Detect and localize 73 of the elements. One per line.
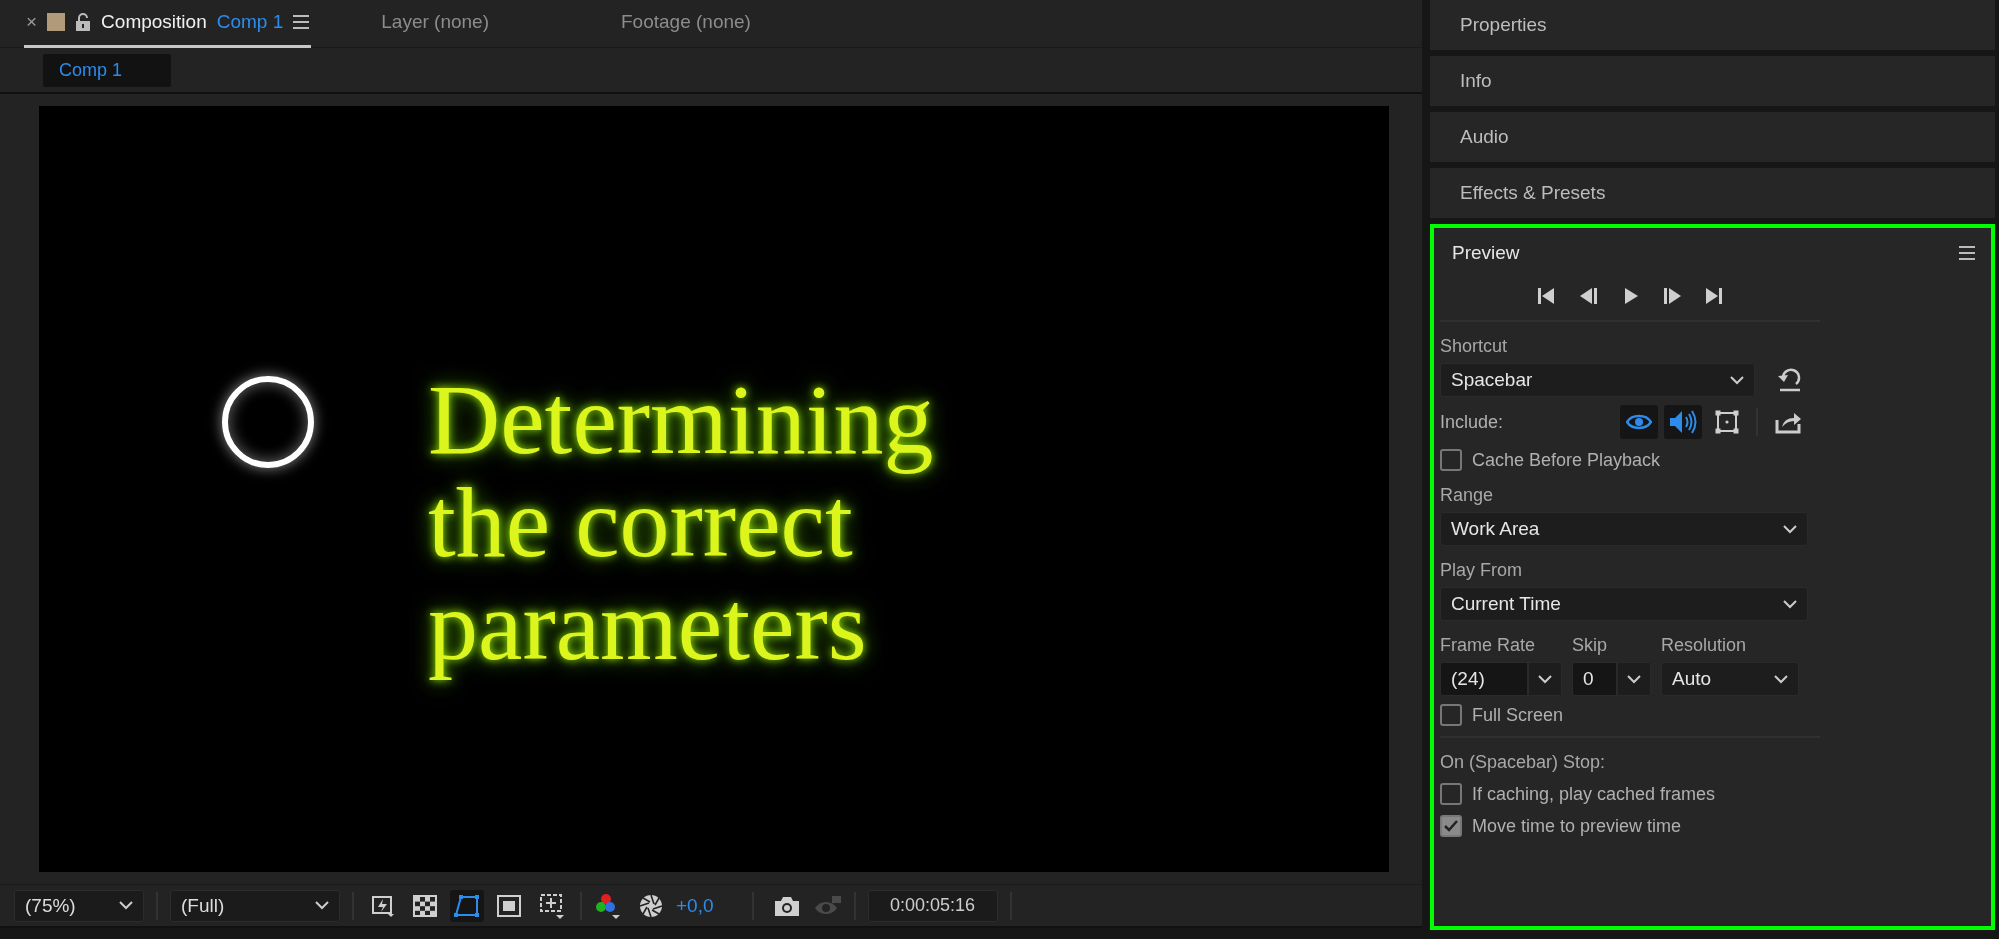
panel-title: Preview [1452, 242, 1520, 264]
comp-breadcrumb[interactable]: Comp 1 [43, 53, 171, 87]
resolution-dropdown[interactable]: (Full) [170, 889, 340, 922]
grid-icon [538, 891, 564, 920]
range-dropdown[interactable]: Work Area [1440, 512, 1808, 546]
resolution-dropdown[interactable]: Auto [1661, 662, 1799, 696]
unlocked-padlock-icon[interactable] [75, 13, 92, 31]
next-frame-icon[interactable] [1661, 286, 1683, 306]
checkbox[interactable] [1440, 815, 1462, 837]
panel-tab[interactable]: Layer (none) [379, 0, 491, 48]
checkbox-label: Cache Before Playback [1472, 449, 1661, 471]
panel-tab[interactable]: Info [1430, 56, 1995, 106]
camera-icon[interactable] [773, 894, 800, 917]
speaker-icon [1669, 409, 1697, 435]
checkerboard-icon [413, 894, 437, 917]
field-label: Shortcut [1440, 335, 1509, 358]
tab-title: Layer (none) [381, 11, 489, 33]
close-icon[interactable]: × [26, 11, 38, 33]
checkbox-label: Move time to preview time [1472, 815, 1682, 837]
skip-dropdown[interactable]: 0 [1572, 662, 1651, 696]
menu-icon[interactable] [293, 15, 310, 29]
panel-tab[interactable]: Properties [1430, 0, 1995, 50]
timecode-display[interactable]: 0:00:05:16 [867, 889, 998, 922]
first-frame-icon[interactable] [1535, 286, 1557, 306]
comp-name: Comp 1 [216, 11, 284, 33]
checkbox[interactable] [1440, 449, 1462, 471]
color-channels-icon[interactable] [594, 891, 622, 920]
checkbox-label: Full Screen [1472, 704, 1564, 726]
field-label: Resolution [1661, 634, 1748, 657]
aperture-icon[interactable] [638, 892, 664, 919]
title-text: the correct [428, 471, 853, 574]
mask-path-icon [454, 893, 480, 918]
chevron-down-icon [1730, 375, 1744, 385]
bounding-box-icon [1715, 410, 1739, 434]
panel-tab[interactable]: Audio [1430, 112, 1995, 162]
last-frame-icon[interactable] [1703, 286, 1725, 306]
play-from-dropdown[interactable]: Current Time [1440, 587, 1808, 621]
checkbox[interactable] [1440, 783, 1462, 805]
menu-icon[interactable] [1959, 246, 1975, 260]
field-label: Frame Rate [1440, 634, 1537, 657]
shortcut-dropdown[interactable]: Spacebar [1440, 363, 1755, 397]
reset-icon[interactable] [1777, 368, 1803, 392]
checkbox-label: If caching, play cached frames [1472, 783, 1716, 805]
checkmark-icon [1444, 820, 1458, 832]
field-label: Play From [1440, 559, 1523, 582]
field-label: Skip [1572, 634, 1608, 657]
panel-tab[interactable]: × Composition Comp 1 [24, 0, 312, 48]
chevron-down-icon [315, 901, 329, 910]
field-label: Include: [1440, 411, 1505, 433]
include-toggle[interactable] [1664, 405, 1702, 439]
chevron-down-icon [1627, 674, 1641, 684]
export-icon[interactable] [1774, 410, 1802, 434]
tab-title: Composition [101, 11, 207, 33]
include-toggle[interactable] [1620, 405, 1658, 439]
view-toggle-button[interactable] [450, 889, 484, 922]
chevron-down-icon [1538, 674, 1552, 684]
chevron-down-icon [1774, 674, 1788, 684]
frame-icon [497, 894, 521, 917]
color-swatch-icon [47, 13, 66, 31]
chevron-down-icon [119, 901, 133, 910]
exposure-value[interactable]: +0,0 [676, 894, 714, 917]
checkbox[interactable] [1440, 704, 1462, 726]
panel-tab[interactable]: Footage (none) [619, 0, 753, 48]
eye-icon [1626, 414, 1652, 430]
tab-title: Footage (none) [621, 11, 751, 33]
chevron-down-icon [1783, 599, 1797, 609]
field-label: Range [1440, 484, 1495, 507]
section-label: On (Spacebar) Stop: [1440, 751, 1607, 774]
frame-rate-dropdown[interactable]: (24) [1440, 662, 1562, 696]
lightning-icon [371, 893, 395, 918]
zoom-dropdown[interactable]: (75%) [14, 889, 144, 922]
chevron-down-icon [1783, 524, 1797, 534]
panel-tab[interactable]: Effects & Presets [1430, 168, 1995, 218]
